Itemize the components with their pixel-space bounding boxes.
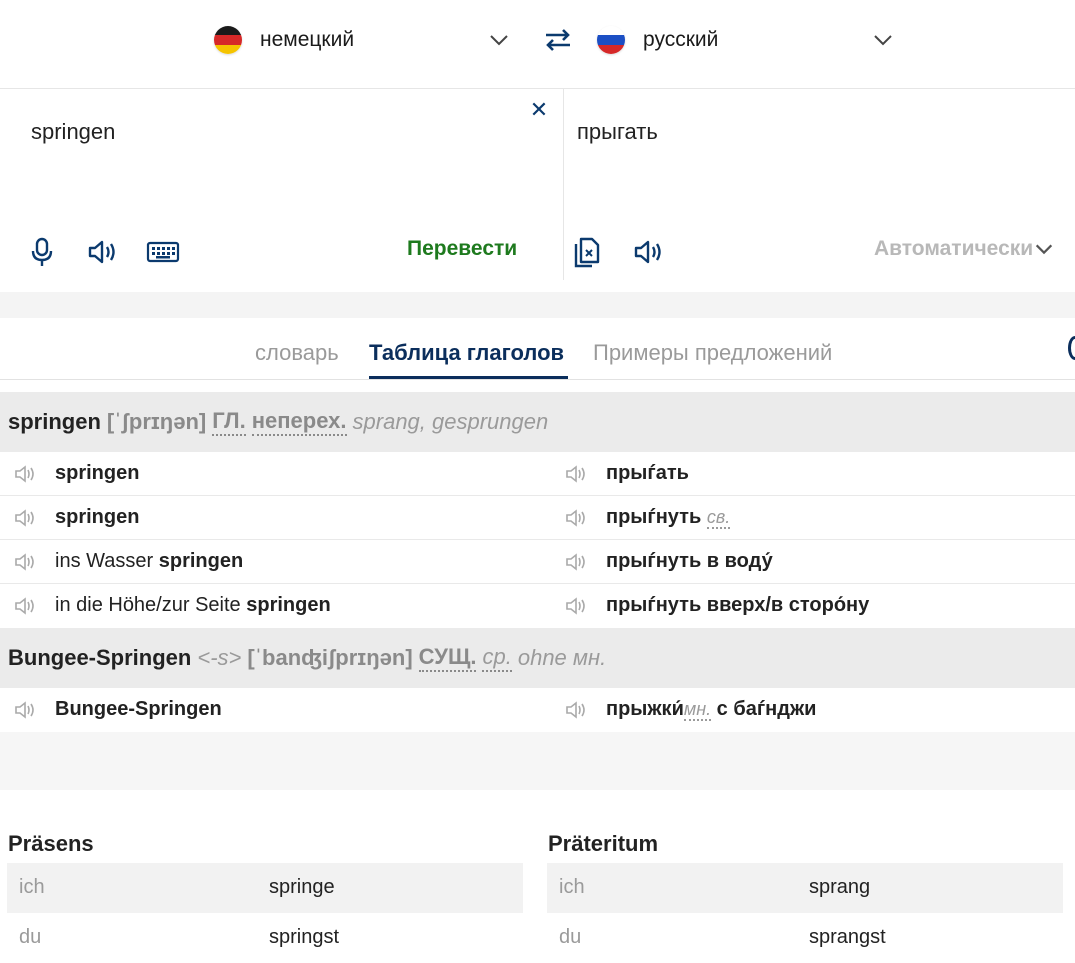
german-phrase: ins Wasser springen (55, 550, 244, 572)
german-flag-icon (214, 26, 242, 54)
conjugation-row: ich sprang (547, 863, 1063, 913)
phonetic: [ˈbanʤiʃprɪŋən] (247, 645, 413, 670)
speaker-icon[interactable] (14, 552, 36, 572)
source-text-input[interactable]: springen (31, 119, 115, 145)
genitive-ending: <-s> (197, 645, 242, 670)
conjugation-title-present: Präsens (8, 831, 94, 856)
chevron-down-icon (1036, 244, 1053, 255)
partial-icon (1068, 336, 1075, 360)
speaker-icon[interactable] (14, 596, 36, 616)
speaker-icon[interactable] (14, 508, 36, 528)
german-phrase: in die Höhe/zur Seite springen (55, 594, 331, 616)
german-phrase: springen (55, 506, 140, 528)
table-row: ins Wasser springen прыѓнуть в воду́ (0, 540, 1075, 584)
dictionary-entry-header: springen [ˈʃprɪŋən] ГЛ. неперех. sprang,… (0, 392, 1075, 452)
copy-icon[interactable] (570, 235, 604, 269)
speaker-icon[interactable] (565, 552, 587, 572)
source-language-selector[interactable]: немецкий (214, 22, 354, 58)
phonetic: [ˈʃprɪŋən] (106, 409, 207, 434)
plural-abbreviation: мн. (683, 699, 712, 721)
speaker-icon[interactable] (86, 235, 120, 269)
table-row: Bungee-Springen прыжки́мн. с баѓнджи (0, 688, 1075, 732)
russian-translation: прыѓнуть вверх/в сторо́ну (606, 594, 870, 616)
conjugation-row: ich springe (7, 863, 523, 913)
russian-translation: прыѓнуть в воду́ (606, 550, 773, 572)
chevron-down-icon[interactable] (871, 28, 895, 52)
speaker-icon[interactable] (14, 700, 36, 720)
auto-mode-label: Автоматически (874, 237, 1034, 260)
german-phrase: springen (55, 462, 140, 484)
target-pane: прыгать Автоматически (563, 88, 1075, 280)
verb-forms: sprang, gesprungen (352, 409, 549, 434)
active-tab-indicator (369, 376, 568, 379)
clear-icon[interactable]: ✕ (528, 99, 550, 121)
tab-verb-table[interactable]: Таблица глаголов (369, 340, 564, 366)
russian-translation: прыѓать (606, 462, 689, 484)
speaker-icon[interactable] (632, 235, 666, 269)
speaker-icon[interactable] (565, 464, 587, 484)
table-row: springen прыѓать (0, 452, 1075, 496)
conjugation-title-past: Präteritum (548, 831, 659, 856)
russian-flag-icon (597, 26, 625, 54)
translate-button[interactable]: Перевести (407, 237, 517, 261)
speaker-icon[interactable] (565, 508, 587, 528)
result-tabs: словарь Таблица глаголов Примеры предлож… (0, 318, 1075, 380)
headword: Bungee-Springen (8, 645, 192, 670)
russian-translation: прыѓнуть св. (606, 506, 731, 529)
verb-form: sprang (809, 876, 871, 898)
german-phrase: Bungee-Springen (55, 698, 222, 720)
verb-type: неперех. (251, 408, 347, 436)
source-pane: springen ✕ Перевести (0, 88, 563, 280)
russian-translation: прыжки́мн. с баѓнджи (606, 698, 817, 721)
table-row: springen прыѓнуть св. (0, 496, 1075, 540)
keyboard-icon[interactable] (146, 235, 180, 269)
auto-mode-dropdown[interactable]: Автоматически (874, 237, 1055, 261)
pronoun: du (19, 926, 42, 948)
part-of-speech: ГЛ. (212, 408, 246, 436)
microphone-icon[interactable] (25, 235, 59, 269)
tab-dictionary[interactable]: словарь (255, 340, 339, 366)
aspect-abbreviation: св. (706, 507, 731, 529)
target-text-output: прыгать (577, 119, 658, 144)
target-language-label: русский (643, 28, 719, 51)
verb-form: springst (269, 926, 340, 948)
swap-languages-icon[interactable] (543, 27, 573, 53)
language-bar: немецкий русский (0, 0, 1075, 88)
conjugation-row: du springst (7, 913, 523, 963)
conjugation-row: du sprangst (547, 913, 1063, 963)
speaker-icon[interactable] (14, 464, 36, 484)
headword: springen (8, 409, 101, 434)
plural-note: ohne мн. (517, 645, 607, 670)
pronoun: ich (19, 876, 45, 898)
pronoun: ich (559, 876, 585, 898)
chevron-down-icon[interactable] (487, 28, 511, 52)
part-of-speech: СУЩ. (418, 644, 477, 672)
tab-example-sentences[interactable]: Примеры предложений (593, 340, 832, 366)
verb-form: sprangst (809, 926, 886, 948)
section-spacer (0, 292, 1075, 318)
source-language-label: немецкий (260, 28, 355, 51)
verb-form: springe (269, 876, 335, 898)
dictionary-entry-header: Bungee-Springen <-s> [ˈbanʤiʃprɪŋən] СУЩ… (0, 628, 1075, 688)
target-language-selector[interactable]: русский (597, 22, 718, 58)
speaker-icon[interactable] (565, 700, 587, 720)
speaker-icon[interactable] (565, 596, 587, 616)
gender-abbreviation: ср. (482, 644, 512, 672)
section-spacer (0, 732, 1075, 790)
pronoun: du (559, 926, 582, 948)
table-row: in die Höhe/zur Seite springen прыѓнуть … (0, 584, 1075, 628)
